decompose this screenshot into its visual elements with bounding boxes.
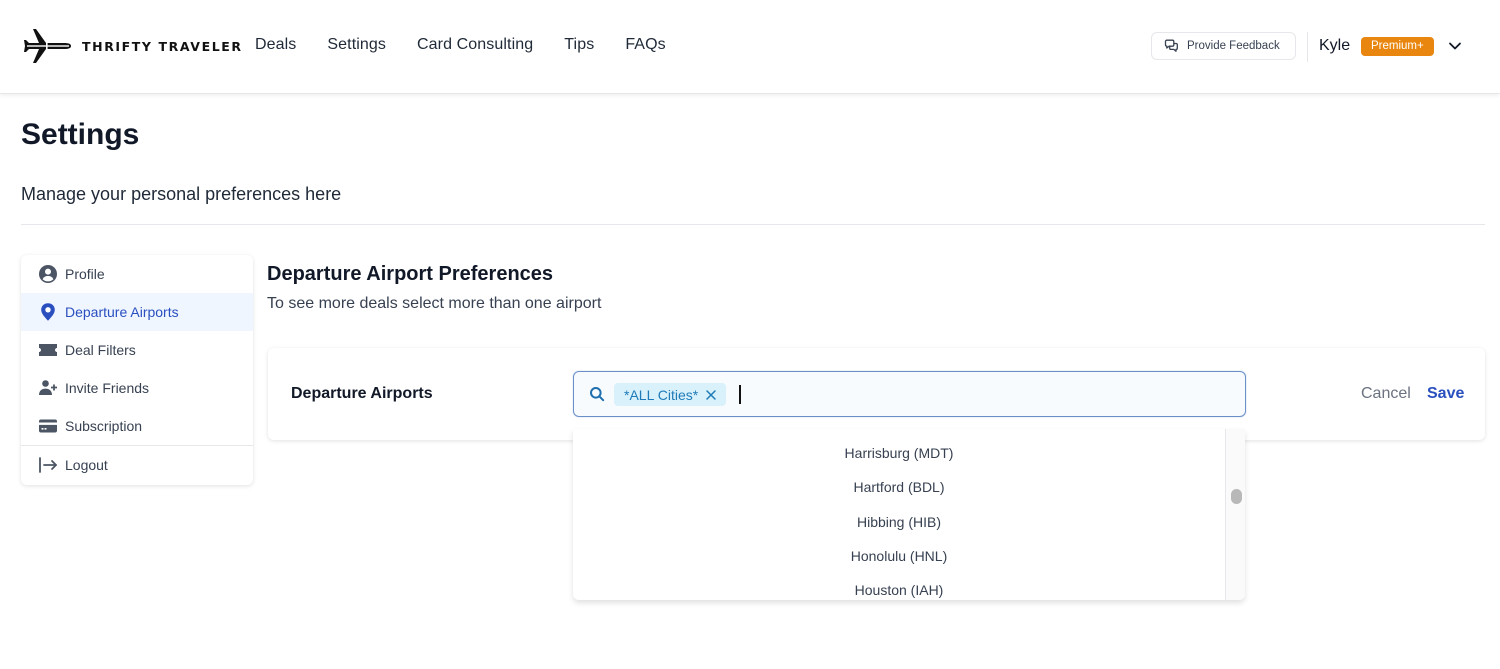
save-button[interactable]: Save: [1427, 385, 1464, 403]
header-divider: [1307, 32, 1308, 62]
dropdown-option[interactable]: Harrisburg (MDT): [573, 445, 1225, 461]
nav-tips[interactable]: Tips: [564, 36, 594, 54]
sidebar-item-logout[interactable]: Logout: [21, 446, 253, 484]
sidebar-item-deal-filters[interactable]: Deal Filters: [21, 331, 253, 369]
sidebar-item-profile[interactable]: Profile: [21, 255, 253, 293]
main-nav: Deals Settings Card Consulting Tips FAQs: [255, 36, 697, 54]
departure-airports-label: Departure Airports: [291, 385, 433, 402]
dropdown-option[interactable]: Honolulu (HNL): [573, 548, 1225, 564]
chip-label: *ALL Cities*: [624, 386, 699, 403]
airplane-logo-icon: [24, 29, 71, 63]
page-subtitle: Manage your personal preferences here: [21, 184, 342, 204]
sidebar-item-label: Logout: [65, 457, 108, 473]
sidebar-item-label: Deal Filters: [65, 342, 136, 358]
sidebar-item-label: Departure Airports: [65, 304, 179, 320]
nav-card-consulting[interactable]: Card Consulting: [417, 36, 533, 54]
settings-sidebar: Profile Departure Airports Deal Filters …: [21, 255, 253, 485]
sidebar-item-subscription[interactable]: Subscription: [21, 407, 253, 445]
nav-deals[interactable]: Deals: [255, 36, 296, 54]
dropdown-option[interactable]: Houston (IAH): [573, 582, 1225, 598]
cancel-button[interactable]: Cancel: [1361, 385, 1411, 403]
top-navbar: THRIFTY TRAVELER Deals Settings Card Con…: [0, 0, 1500, 94]
brand-logo[interactable]: THRIFTY TRAVELER: [24, 28, 243, 64]
ticket-icon: [39, 344, 57, 356]
sidebar-item-label: Invite Friends: [65, 380, 150, 396]
airport-search-input[interactable]: *ALL Cities*: [573, 371, 1246, 417]
provide-feedback-label: Provide Feedback: [1187, 40, 1280, 52]
text-cursor: [739, 385, 741, 404]
sidebar-item-label: Profile: [65, 266, 105, 282]
sidebar-item-label: Subscription: [65, 418, 143, 434]
user-plus-icon: [39, 380, 57, 395]
provide-feedback-button[interactable]: Provide Feedback: [1151, 32, 1296, 60]
chat-bubbles-icon: [1164, 39, 1178, 52]
nav-faqs[interactable]: FAQs: [625, 36, 665, 54]
dropdown-option[interactable]: Hartford (BDL): [573, 479, 1225, 495]
search-icon: [590, 387, 605, 402]
chevron-down-icon[interactable]: [1448, 40, 1462, 52]
section-subtitle: To see more deals select more than one a…: [267, 295, 602, 312]
membership-badge: Premium+: [1361, 37, 1434, 56]
page-divider: [21, 224, 1485, 225]
credit-card-icon: [39, 419, 57, 433]
dropdown-scrollbar[interactable]: [1225, 429, 1245, 600]
nav-settings[interactable]: Settings: [327, 36, 386, 54]
selected-airport-chip: *ALL Cities*: [614, 383, 727, 406]
airport-options-dropdown: Harrisburg (MDT) Hartford (BDL) Hibbing …: [573, 429, 1245, 600]
section-title: Departure Airport Preferences: [267, 263, 554, 285]
username[interactable]: Kyle: [1319, 37, 1350, 55]
dropdown-option[interactable]: Hibbing (HIB): [573, 514, 1225, 530]
map-pin-icon: [41, 303, 55, 321]
scrollbar-thumb[interactable]: [1231, 489, 1242, 504]
sidebar-item-departure-airports[interactable]: Departure Airports: [21, 293, 253, 331]
page-title: Settings: [21, 118, 140, 151]
brand-name: THRIFTY TRAVELER: [82, 38, 243, 54]
sidebar-item-invite-friends[interactable]: Invite Friends: [21, 369, 253, 407]
departure-airports-card: Departure Airports *ALL Cities* Cancel S…: [268, 348, 1485, 440]
user-circle-icon: [39, 265, 57, 283]
close-icon[interactable]: [706, 389, 716, 400]
logout-icon: [39, 457, 57, 473]
